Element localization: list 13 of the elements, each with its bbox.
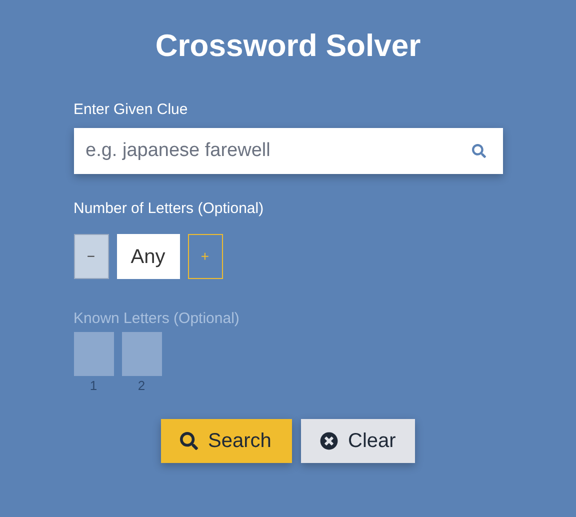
clue-field[interactable]: e.g. japanese farewell — [74, 128, 502, 174]
known-letters-label: Known Letters (Optional) — [74, 310, 240, 328]
page-title: Crossword Solver — [155, 28, 421, 64]
search-button[interactable]: Search — [161, 419, 292, 463]
length-label: Number of Letters (Optional) — [74, 200, 264, 218]
close-icon — [320, 432, 338, 450]
clue-label: Enter Given Clue — [74, 101, 188, 119]
search-icon — [180, 432, 198, 450]
slot-number: 1 — [90, 378, 98, 394]
clear-button[interactable]: Clear — [301, 419, 415, 463]
slot-number: 2 — [138, 378, 146, 394]
search-icon[interactable] — [472, 144, 486, 158]
letter-count-value[interactable]: Any — [116, 234, 180, 279]
